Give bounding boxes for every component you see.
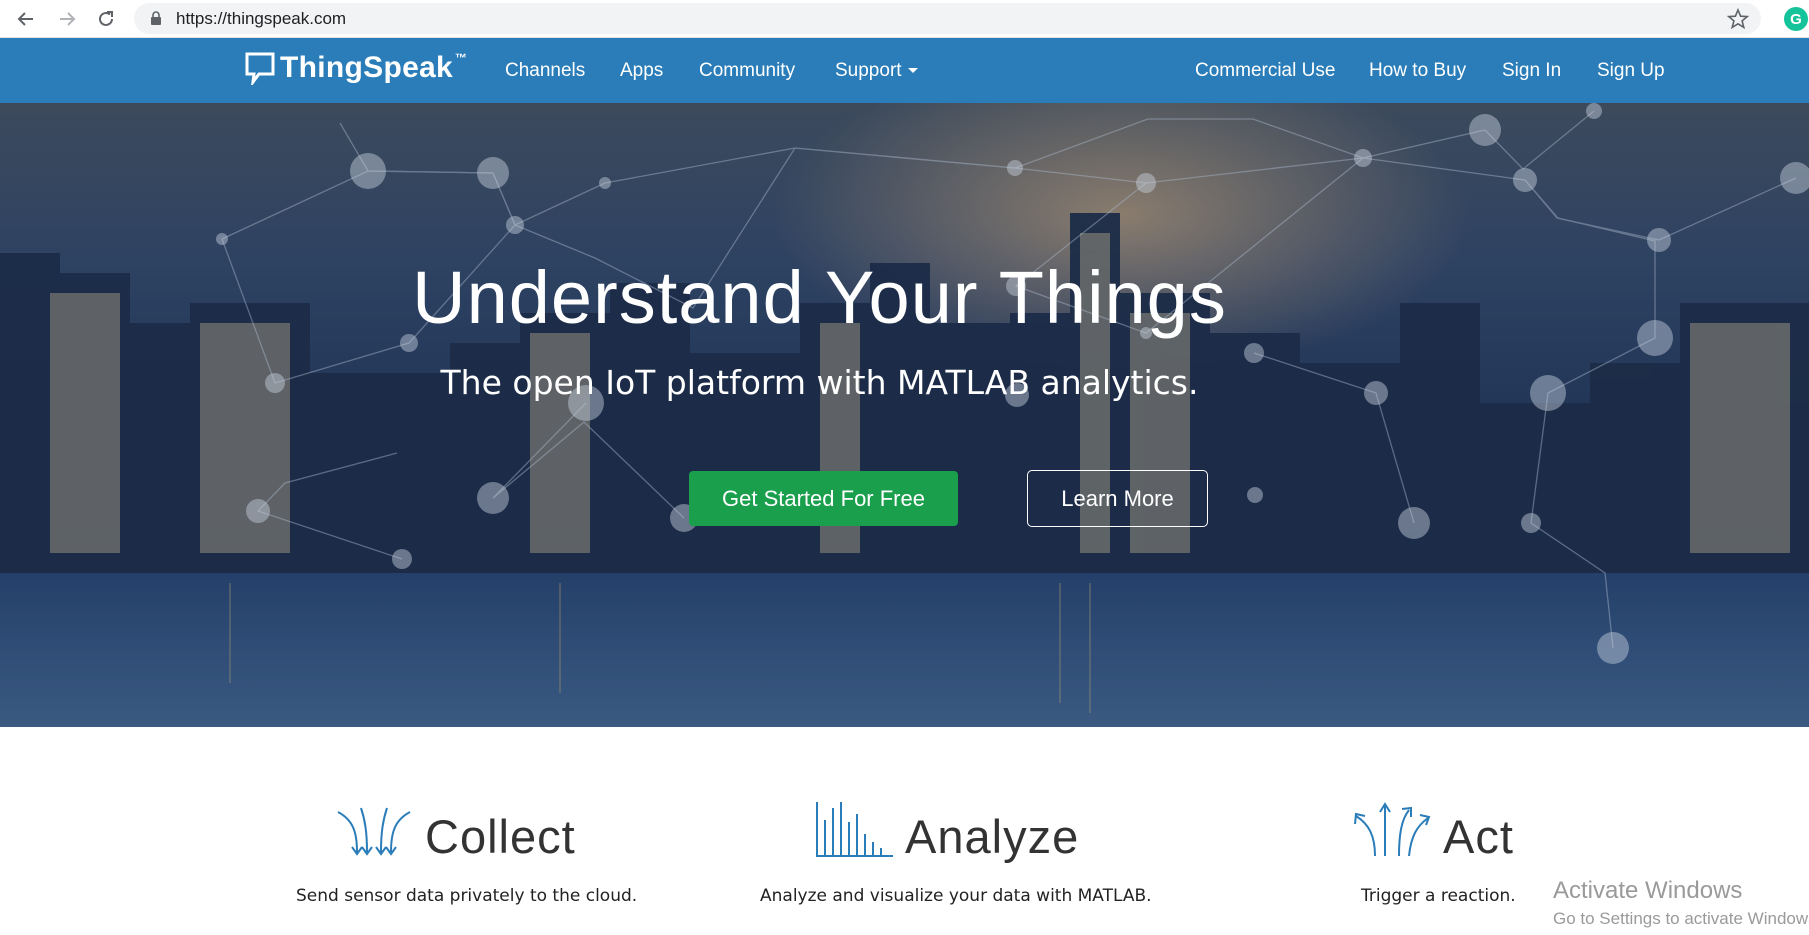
lock-icon xyxy=(151,11,161,25)
brand-name: ThingSpeak xyxy=(280,51,454,84)
feature-desc-analyze: Analyze and visualize your data with MAT… xyxy=(760,886,1152,906)
nav-sign-in[interactable]: Sign In xyxy=(1502,60,1561,82)
activate-windows-watermark: Activate Windows Go to Settings to activ… xyxy=(1553,877,1809,929)
star-icon[interactable] xyxy=(1727,8,1749,30)
forward-arrow-icon[interactable] xyxy=(52,4,82,34)
hero-subtitle: The open IoT platform with MATLAB analyt… xyxy=(440,363,1199,402)
trademark: ™ xyxy=(455,51,468,65)
activate-windows-subtitle: Go to Settings to activate Windows. xyxy=(1553,909,1809,928)
caret-down-icon xyxy=(907,68,918,74)
nav-sign-up[interactable]: Sign Up xyxy=(1597,60,1665,82)
nav-community[interactable]: Community xyxy=(699,60,795,82)
feature-title-collect: Collect xyxy=(425,810,576,863)
act-arrows-icon xyxy=(1354,802,1431,857)
feature-title-analyze: Analyze xyxy=(905,810,1080,863)
nav-support-label: Support xyxy=(835,60,902,81)
city-network-background xyxy=(0,103,1809,727)
feature-analyze: Analyze xyxy=(815,800,1079,860)
reload-icon[interactable] xyxy=(91,4,121,34)
nav-apps[interactable]: Apps xyxy=(620,60,663,82)
hero-title: Understand Your Things xyxy=(412,256,1227,339)
get-started-button[interactable]: Get Started For Free xyxy=(689,471,958,526)
collect-arrows-icon xyxy=(337,807,411,856)
browser-toolbar: https://thingspeak.com G xyxy=(0,0,1809,38)
activate-windows-title: Activate Windows xyxy=(1553,877,1743,904)
feature-title-act: Act xyxy=(1443,810,1514,863)
back-arrow-icon[interactable] xyxy=(11,4,41,34)
site-navbar: ThingSpeak ™ Channels Apps Community Supp… xyxy=(0,38,1809,103)
feature-act: Act xyxy=(1353,800,1514,860)
analyze-bars-icon xyxy=(816,802,893,857)
learn-more-button[interactable]: Learn More xyxy=(1027,470,1208,527)
speech-bubble-icon xyxy=(245,52,275,85)
grammarly-extension-icon[interactable]: G xyxy=(1784,7,1808,31)
nav-channels[interactable]: Channels xyxy=(505,60,585,82)
nav-how-to-buy[interactable]: How to Buy xyxy=(1369,60,1466,82)
feature-collect: Collect xyxy=(335,800,576,860)
address-bar[interactable]: https://thingspeak.com xyxy=(134,3,1761,34)
url-text[interactable]: https://thingspeak.com xyxy=(176,9,346,29)
feature-desc-collect: Send sensor data privately to the cloud. xyxy=(296,886,638,906)
brand-logo[interactable]: ThingSpeak ™ xyxy=(244,51,467,85)
nav-support[interactable]: Support xyxy=(835,60,918,82)
feature-desc-act: Trigger a reaction. xyxy=(1361,886,1516,906)
hero-banner: Understand Your Things The open IoT plat… xyxy=(0,103,1809,727)
nav-commercial-use[interactable]: Commercial Use xyxy=(1195,60,1335,82)
